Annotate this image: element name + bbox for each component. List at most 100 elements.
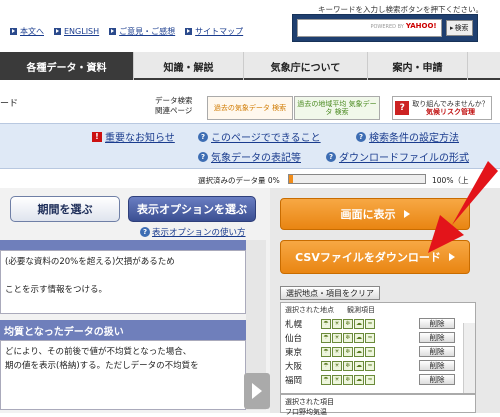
top-link-sitemap[interactable]: サイトマップ	[185, 26, 243, 37]
observation-item-icon: ❄	[343, 374, 353, 385]
section-header-1	[0, 240, 246, 250]
station-row: 仙台 ☂ ☀ ❄ ☁ ≈ 削除	[281, 331, 457, 344]
search-button[interactable]: ▸ 検索	[445, 20, 473, 36]
observation-item-icon: ☁	[354, 346, 364, 357]
observation-item-icon: ☂	[321, 332, 331, 343]
question-icon: ?	[198, 151, 208, 162]
observation-icons: ☂ ☀ ❄ ☁ ≈	[321, 346, 407, 357]
observation-item-icon: ≈	[365, 318, 375, 329]
top-link-main[interactable]: 本文へ	[10, 26, 44, 37]
station-name: 札幌	[285, 319, 303, 330]
exclamation-icon: !	[92, 131, 102, 142]
stations-column-header: 選択された地点	[285, 306, 334, 314]
top-link-english[interactable]: ENGLISH	[54, 27, 99, 36]
observation-item-icon: ❄	[343, 318, 353, 329]
main-nav: 各種データ・資料 知識・解説 気象庁について 案内・申請	[0, 52, 500, 80]
station-name: 福岡	[285, 375, 303, 386]
nav-tab-knowledge[interactable]: 知識・解説	[134, 52, 244, 80]
station-row: 札幌 ☂ ☀ ❄ ☁ ≈ 削除	[281, 317, 457, 330]
page-title-fragment: ード	[0, 99, 19, 109]
left-panel: 期間を選ぶ 表示オプションを選ぶ ? 表示オプションの使い方 (必要な資料の20%…	[0, 188, 270, 413]
observation-item-icon: ❄	[343, 332, 353, 343]
arrow-square-icon	[109, 27, 117, 35]
search-settings-link[interactable]: ? 検索条件の設定方法	[356, 129, 459, 144]
top-link-sitemap-label[interactable]: サイトマップ	[195, 26, 243, 37]
observation-item-icon: ≈	[365, 346, 375, 357]
question-icon: ?	[140, 227, 150, 237]
section-body-2: どにより、その前後で値が不均質となった場合、 期の値を表示(格納)する。ただしデ…	[0, 340, 246, 410]
pointer-arrow-icon	[428, 161, 498, 253]
selected-stations-list: 選択された地点 観測項目 札幌 ☂ ☀ ❄ ☁ ≈ 削除 仙台 ☂ ☀ ❄ ☁ ≈ 削除 東京 ☂ ☀ ❄ ☁ ≈ 削除…	[280, 302, 476, 394]
stations-scrollbar[interactable]	[463, 323, 475, 393]
top-link-feedback-label[interactable]: ご意見・ご感想	[119, 26, 175, 37]
banner-climate-risk[interactable]: ? 取り組んでみませんか？ 気候リスク管理	[392, 96, 492, 120]
section-body-1: (必要な資料の20%を超える)欠損があるため ことを示す情報をつける。	[0, 250, 246, 314]
observation-icons: ☂ ☀ ❄ ☁ ≈	[321, 374, 407, 385]
arrow-square-icon	[54, 27, 61, 35]
question-icon: ?	[198, 131, 208, 142]
top-link-feedback[interactable]: ご意見・ご感想	[109, 26, 175, 37]
section-header-2: 均質となったデータの扱い	[0, 320, 246, 340]
clear-selection-button[interactable]: 選択地点・項目をクリア	[280, 286, 380, 300]
observation-icons: ☂ ☀ ❄ ☁ ≈	[321, 318, 407, 329]
station-row: 東京 ☂ ☀ ❄ ☁ ≈ 削除	[281, 345, 457, 358]
related-pages-label: データ検索 関連ページ	[155, 96, 193, 115]
arrow-square-icon	[185, 27, 193, 35]
observation-item-icon: ☂	[321, 346, 331, 357]
delete-station-button[interactable]: 削除	[419, 318, 455, 329]
selected-items-box: 選択された項目 フ口野均気温	[280, 394, 476, 416]
banner-regional-average[interactable]: 過去の地域平均 気象データ 検索	[294, 96, 380, 120]
station-name: 東京	[285, 347, 303, 358]
observation-item-icon: ≈	[365, 374, 375, 385]
observation-item-icon: ☁	[354, 332, 364, 343]
search-box: POWERED BY YAHOO! ▸ 検索	[292, 14, 478, 42]
delete-station-button[interactable]: 削除	[419, 332, 455, 343]
delete-station-button[interactable]: 削除	[419, 346, 455, 357]
observation-item-icon: ☀	[332, 374, 342, 385]
data-amount-label: 選択済みのデータ量 0%	[198, 176, 280, 185]
select-options-button[interactable]: 表示オプションを選ぶ	[128, 196, 256, 222]
this-page-link[interactable]: ? このページでできること	[198, 129, 321, 144]
top-link-english-label[interactable]: ENGLISH	[64, 27, 99, 36]
important-notice-link[interactable]: ! 重要なお知らせ	[92, 129, 175, 144]
search-icon: ▸	[450, 24, 454, 32]
observation-item-icon: ≈	[365, 360, 375, 371]
data-amount-fill	[289, 175, 294, 183]
station-row: 福岡 ☂ ☀ ❄ ☁ ≈ 削除	[281, 373, 457, 386]
observation-icons: ☂ ☀ ❄ ☁ ≈	[321, 360, 407, 371]
observation-item-icon: ☀	[332, 332, 342, 343]
observation-icons: ☂ ☀ ❄ ☁ ≈	[321, 332, 407, 343]
search-input[interactable]: POWERED BY YAHOO!	[297, 19, 442, 37]
question-icon: ?	[326, 151, 336, 162]
nav-tab-about[interactable]: 気象庁について	[244, 52, 368, 80]
top-link-main-label[interactable]: 本文へ	[20, 26, 44, 37]
notation-link[interactable]: ? 気象データの表記等	[198, 149, 301, 164]
question-icon: ?	[356, 131, 366, 142]
observation-item-icon: ☂	[321, 360, 331, 371]
option-usage-link[interactable]: ? 表示オプションの使い方	[140, 226, 246, 238]
observation-item-icon: ☁	[354, 318, 364, 329]
observation-item-icon: ≈	[365, 332, 375, 343]
items-column-header: 観測項目	[347, 306, 375, 314]
delete-station-button[interactable]: 削除	[419, 374, 455, 385]
arrow-square-icon	[10, 27, 17, 35]
observation-item-icon: ☂	[321, 374, 331, 385]
station-row: 大阪 ☂ ☀ ❄ ☁ ≈ 削除	[281, 359, 457, 372]
top-links: 本文へ ENGLISH ご意見・ご感想 サイトマップ	[0, 20, 280, 42]
select-period-button[interactable]: 期間を選ぶ	[10, 196, 120, 222]
observation-item-icon: ☁	[354, 374, 364, 385]
observation-item-icon: ❄	[343, 346, 353, 357]
nav-tab-guide[interactable]: 案内・申請	[368, 52, 468, 80]
climate-risk-icon: ?	[395, 101, 410, 115]
banner-past-weather[interactable]: 過去の気象データ 検索	[207, 96, 293, 120]
station-name: 大阪	[285, 361, 303, 372]
yahoo-logo: POWERED BY YAHOO!	[370, 22, 437, 30]
observation-item-icon: ☂	[321, 318, 331, 329]
next-arrow-button[interactable]	[244, 373, 270, 409]
observation-item-icon: ☁	[354, 360, 364, 371]
delete-station-button[interactable]: 削除	[419, 360, 455, 371]
observation-item-icon: ☀	[332, 360, 342, 371]
observation-item-icon: ❄	[343, 360, 353, 371]
observation-item-icon: ☀	[332, 346, 342, 357]
nav-tab-data[interactable]: 各種データ・資料	[0, 52, 134, 80]
